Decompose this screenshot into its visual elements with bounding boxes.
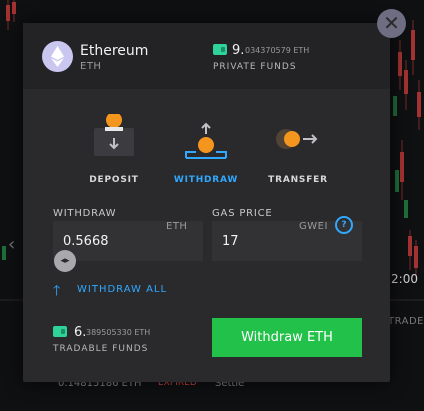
tradable-funds-whole: 6. (74, 325, 87, 340)
withdraw-amount-unit: ETH (166, 221, 188, 232)
withdraw-action[interactable]: WITHDRAW (168, 114, 244, 194)
private-funds-label: PRIVATE FUNDS (213, 62, 297, 72)
chart-time-label: 2:00 (391, 272, 418, 286)
withdraw-all-label: WITHDRAW ALL (77, 284, 168, 295)
deposit-action[interactable]: DEPOSIT (76, 114, 152, 194)
amount-slider-handle[interactable]: ◂▸ (54, 250, 76, 272)
withdraw-label: WITHDRAW (173, 175, 239, 185)
wallet-icon (53, 326, 67, 337)
withdraw-icon (185, 122, 227, 159)
ethereum-icon (42, 41, 73, 72)
withdraw-submit-button[interactable]: Withdraw ETH (212, 318, 362, 357)
close-icon[interactable]: ✕ (377, 9, 406, 38)
chart-scroll-left-icon[interactable]: ‹ (8, 234, 15, 255)
gas-price-label: GAS PRICE (212, 208, 273, 219)
deposit-icon (94, 114, 134, 156)
private-funds-whole: 9. (232, 43, 245, 58)
withdraw-modal: Ethereum ETH 9. 034370579 ETH PRIVATE FU… (23, 23, 390, 382)
transfer-label: TRANSFER (268, 175, 328, 185)
arrow-up-icon: 🡑 (53, 283, 62, 299)
coin-symbol: ETH (80, 61, 102, 72)
gas-price-unit: GWEI (299, 221, 328, 232)
private-funds-fraction: 034370579 ETH (245, 46, 310, 55)
modal-header (23, 23, 390, 89)
trade-tab-label[interactable]: TRADE (388, 316, 424, 327)
transfer-icon (276, 129, 318, 149)
tradable-funds-fraction: 389505330 ETH (86, 328, 151, 337)
wallet-icon (213, 44, 227, 55)
coin-name: Ethereum (80, 43, 149, 59)
gas-help-icon[interactable]: ? (335, 216, 353, 234)
withdraw-amount-label: WITHDRAW (53, 208, 117, 219)
transfer-action[interactable]: TRANSFER (260, 114, 336, 194)
deposit-label: DEPOSIT (89, 175, 139, 185)
tradable-funds-label: TRADABLE FUNDS (53, 344, 149, 354)
